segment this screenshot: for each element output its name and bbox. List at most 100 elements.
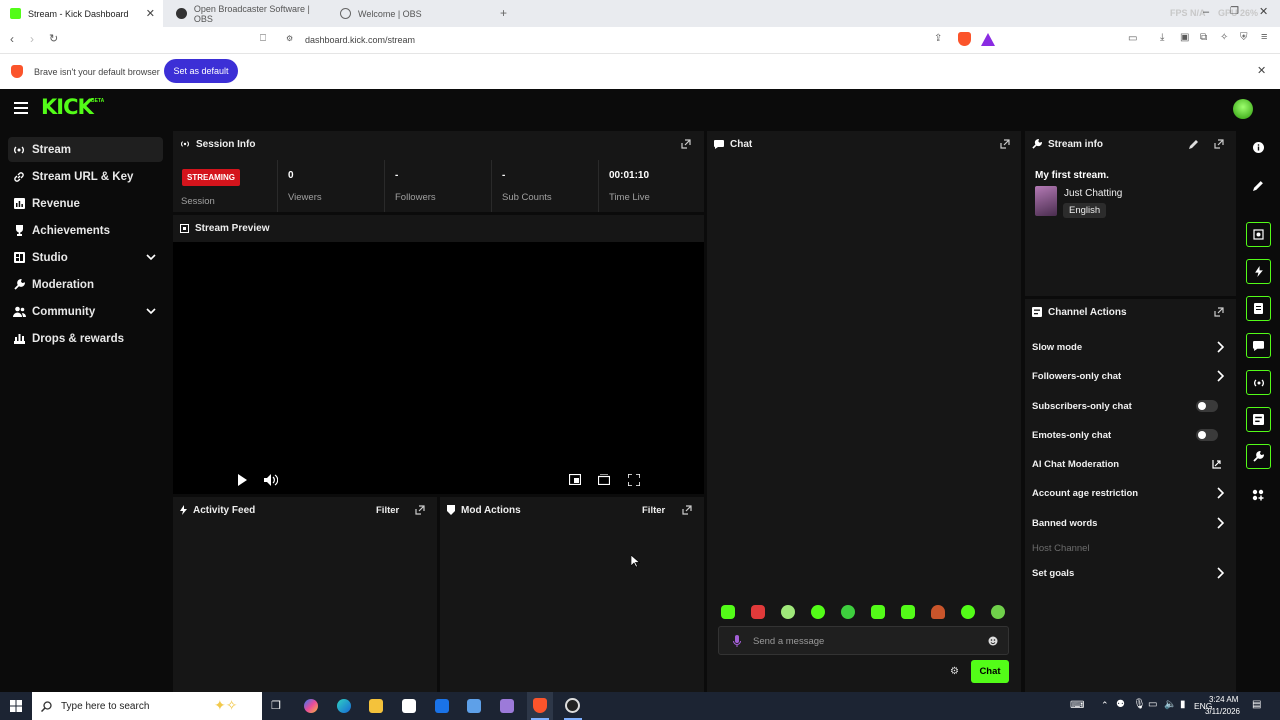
chevron-right-icon[interactable] <box>1217 370 1224 382</box>
bookmark-icon[interactable]: ⎕ <box>260 33 266 44</box>
mod-filter-button[interactable]: Filter <box>642 505 665 516</box>
emote-icon[interactable] <box>961 605 975 619</box>
download-icon[interactable]: ⤓ <box>1160 32 1164 43</box>
emote-icon[interactable] <box>931 605 945 619</box>
ai-leo-icon[interactable]: ✧ <box>1220 32 1228 43</box>
chevron-down-icon[interactable] <box>145 305 157 317</box>
app-icon[interactable] <box>500 699 514 713</box>
chat-tools-button[interactable] <box>1246 333 1271 358</box>
clock-date[interactable]: 3/11/2026 <box>1205 707 1240 716</box>
edit-pencil-icon[interactable] <box>1253 180 1264 191</box>
clip-button[interactable] <box>1246 222 1271 247</box>
send-chat-button[interactable]: Chat <box>971 660 1009 683</box>
chevron-right-icon[interactable] <box>1217 341 1224 353</box>
maximize-icon[interactable]: ❐ <box>1230 6 1239 17</box>
brave-taskbar-item[interactable] <box>527 692 553 720</box>
emote-icon[interactable] <box>841 605 855 619</box>
notification-center-icon[interactable]: ▤ <box>1252 699 1261 710</box>
emote-icon[interactable] <box>811 605 825 619</box>
poll-button[interactable] <box>1246 296 1271 321</box>
kick-logo[interactable]: KICK <box>41 95 94 119</box>
brave-rewards-icon[interactable] <box>981 33 995 46</box>
slow-mode-row[interactable]: Slow mode <box>1032 337 1228 357</box>
sidebar-item-drops-rewards[interactable]: Drops & rewards <box>8 326 163 351</box>
brave-shields-icon[interactable] <box>958 32 971 46</box>
sidebar-item-achievements[interactable]: Achievements <box>8 218 163 243</box>
url-field[interactable]: dashboard.kick.com/stream <box>305 35 415 45</box>
close-infobar-icon[interactable]: ✕ <box>1257 64 1266 77</box>
channel-actions-button[interactable] <box>1246 407 1271 432</box>
emote-icon[interactable] <box>781 605 795 619</box>
edge-browser-icon[interactable] <box>337 699 351 713</box>
add-widget-icon[interactable] <box>1252 489 1264 501</box>
play-icon[interactable] <box>237 474 247 486</box>
battery-icon[interactable]: ▮ <box>1180 699 1186 710</box>
sidebar-toggle-icon[interactable]: ▭ <box>1128 33 1137 44</box>
tab-kick-dashboard[interactable]: Stream - Kick Dashboard ✕ <box>0 0 163 27</box>
obs-taskbar-item[interactable] <box>560 692 586 720</box>
tray-app-icon[interactable]: ⚉ <box>1116 699 1125 710</box>
show-hidden-icons-icon[interactable]: ⌃ <box>1101 700 1109 711</box>
popout-icon[interactable] <box>415 505 425 515</box>
volume-tray-icon[interactable]: 🔈 <box>1164 699 1176 710</box>
sidebar-item-revenue[interactable]: Revenue <box>8 191 163 216</box>
file-explorer-icon[interactable] <box>369 699 383 713</box>
sidebar-item-stream-url-key[interactable]: Stream URL & Key <box>8 164 163 189</box>
external-link-icon[interactable] <box>1212 459 1222 469</box>
picture-in-picture-icon[interactable] <box>569 474 581 485</box>
copilot-icon[interactable] <box>304 699 318 713</box>
popout-icon[interactable] <box>1214 307 1224 317</box>
emote-icon[interactable] <box>991 605 1005 619</box>
sidebar-item-studio[interactable]: Studio <box>8 245 163 270</box>
tab-welcome-obs[interactable]: Welcome | OBS <box>330 0 495 27</box>
new-tab-icon[interactable]: + <box>500 6 507 20</box>
popout-icon[interactable] <box>1000 139 1010 149</box>
windows-start-icon[interactable] <box>10 700 22 712</box>
clock-time[interactable]: 3:24 AM <box>1209 695 1238 704</box>
close-tab-icon[interactable]: ✕ <box>146 7 155 20</box>
minimize-icon[interactable]: – <box>1203 6 1209 18</box>
wallet-icon[interactable]: ▣ <box>1180 32 1189 43</box>
sidebar-item-community[interactable]: Community <box>8 299 163 324</box>
chat-input[interactable]: Send a message <box>718 626 1009 655</box>
screenshot-icon[interactable]: ⧉ <box>1200 32 1207 43</box>
emote-icon[interactable] <box>721 605 735 619</box>
emote-icon[interactable] <box>901 605 915 619</box>
chevron-right-icon[interactable] <box>1217 487 1224 499</box>
menu-icon[interactable]: ≡ <box>1261 31 1267 43</box>
site-info-icon[interactable]: ⚙ <box>286 34 293 43</box>
followers-only-chat-row[interactable]: Followers-only chat <box>1032 366 1228 386</box>
edit-pencil-icon[interactable] <box>1189 139 1199 149</box>
taskbar-search-box[interactable]: Type here to search ✦✧ <box>32 692 262 720</box>
popout-icon[interactable] <box>1214 139 1224 149</box>
vpn-icon[interactable]: ⛨ <box>1240 32 1248 43</box>
theater-mode-icon[interactable] <box>598 474 610 485</box>
back-icon[interactable]: ‹ <box>10 32 14 46</box>
emote-icon[interactable] <box>751 605 765 619</box>
sidebar-item-moderation[interactable]: Moderation <box>8 272 163 297</box>
chevron-down-icon[interactable] <box>145 251 157 263</box>
moderation-button[interactable] <box>1246 444 1271 469</box>
info-icon[interactable] <box>1253 142 1264 153</box>
keyboard-icon[interactable]: ⌨ <box>1070 700 1084 711</box>
close-window-icon[interactable]: ✕ <box>1259 5 1268 18</box>
emotes-only-toggle[interactable] <box>1196 429 1218 441</box>
tab-obs[interactable]: Open Broadcaster Software | OBS <box>166 0 330 27</box>
share-icon[interactable]: ⇪ <box>934 33 942 44</box>
chevron-right-icon[interactable] <box>1217 567 1224 579</box>
emoji-icon[interactable] <box>988 636 998 646</box>
user-avatar[interactable] <box>1233 99 1253 119</box>
task-view-icon[interactable]: ❐ <box>271 699 281 712</box>
broadcast-button[interactable] <box>1246 370 1271 395</box>
reload-icon[interactable]: ↻ <box>49 32 58 45</box>
microphone-icon[interactable] <box>733 635 741 647</box>
raid-button[interactable] <box>1246 259 1271 284</box>
remote-desktop-icon[interactable] <box>467 699 481 713</box>
hamburger-menu-icon[interactable] <box>14 102 28 114</box>
chevron-right-icon[interactable] <box>1217 517 1224 529</box>
microphone-tray-icon[interactable]: 🎙 <box>1133 699 1146 710</box>
category-name[interactable]: Just Chatting <box>1064 188 1122 199</box>
microsoft-store-icon[interactable] <box>402 699 416 713</box>
emote-icon[interactable] <box>871 605 885 619</box>
popout-icon[interactable] <box>681 139 691 149</box>
